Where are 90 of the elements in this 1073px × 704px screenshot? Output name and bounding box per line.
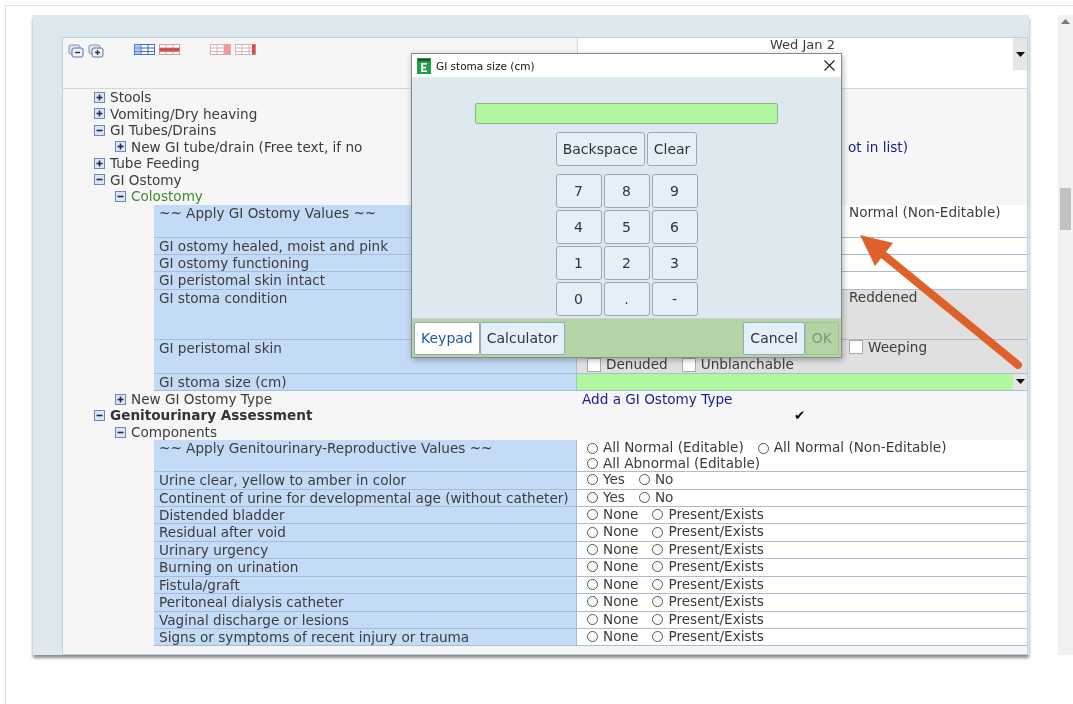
option-label: None [603,507,639,523]
key-button[interactable]: 0 [555,282,602,316]
option-label: Unblanchable [700,357,794,373]
field-label: ~~ Apply Genitourinary-Reproductive Values ~~ [154,440,576,473]
option-label: Present/Exists [668,594,764,610]
option-label: None [603,559,639,575]
collapse-toggle[interactable] [94,124,105,136]
key-button[interactable]: 8 [603,174,650,208]
tree-item[interactable]: New GI Ostomy Type [131,390,273,408]
add-link[interactable]: ot in list) [848,138,908,155]
grid-icon[interactable] [134,44,155,55]
caret-icon [1015,51,1025,57]
expand-toggle[interactable] [115,393,126,405]
option-label: All Normal (Editable) [603,440,744,456]
expand-toggle[interactable] [94,108,105,120]
key-button[interactable]: 9 [651,174,698,208]
option-label: Present/Exists [668,559,764,575]
value-text: Normal (Non-Editable) [849,204,1001,220]
tree-item[interactable]: Colostomy [131,188,203,205]
add-link[interactable]: Add a GI Ostomy Type [582,390,733,408]
key-button[interactable]: . [603,282,650,316]
check-mark: ✔ [794,407,806,424]
option-label: None [603,541,639,558]
option-label: Yes [603,489,625,506]
expand-all-icon[interactable] [88,44,104,58]
option-label: None [603,628,639,645]
tree-item[interactable]: Components [131,423,217,441]
option-label: No [654,489,674,506]
expand-toggle[interactable] [115,141,126,153]
field-label: Peritoneal dialysis catheter [154,594,576,612]
option-label: Present/Exists [668,611,764,627]
grid-icon[interactable] [235,44,256,55]
key-button[interactable]: Backspace [555,132,645,166]
option-label: Present/Exists [668,507,764,523]
dialog-title: GI stoma size (cm) [436,59,536,72]
option-label: Weeping [868,339,928,356]
close-icon[interactable] [824,60,835,71]
collapse-toggle[interactable] [94,410,105,422]
dropdown-button[interactable] [1013,38,1027,70]
tree-item[interactable]: Vomiting/Dry heaving [110,105,258,122]
key-button[interactable]: 7 [555,174,602,208]
mode-tab[interactable]: Keypad [414,321,480,355]
key-button[interactable]: 5 [603,210,650,244]
collapse-toggle[interactable] [115,426,126,438]
value-field[interactable] [475,103,778,124]
key-button[interactable]: 3 [651,246,698,280]
collapse-toggle[interactable] [94,174,105,186]
key-button[interactable]: 6 [651,210,698,244]
option-label: None [603,594,639,610]
tree-item[interactable]: Tube Feeding [110,155,200,172]
tree-item[interactable]: Stools [110,89,152,106]
option-label: No [654,472,674,488]
tree-item[interactable]: GI Tubes/Drains [110,122,217,139]
option-label: Present/Exists [668,524,764,540]
expand-toggle[interactable] [94,157,105,169]
field-label: Residual after void [154,524,576,542]
option-label: None [603,611,639,627]
action-button[interactable]: Cancel [743,321,805,355]
option-label: None [603,576,639,593]
value-text: Reddened [849,289,918,306]
option-label: All Abnormal (Editable) [603,455,761,472]
scroll-up-icon[interactable] [1061,19,1070,24]
mode-tab[interactable]: Calculator [479,321,565,355]
option-label: Denuded [606,357,668,373]
option-label: Present/Exists [668,541,764,558]
tree-item[interactable]: GI Ostomy [110,171,182,188]
field-label: Distended bladder [154,507,576,525]
scrollbar-thumb[interactable] [1060,188,1071,230]
option-label: Yes [603,472,625,488]
app-icon [417,57,431,74]
key-button[interactable]: - [651,282,698,316]
option-label: All Normal (Non-Editable) [773,440,947,456]
key-button[interactable]: Clear [646,132,698,166]
key-button[interactable]: 4 [555,210,602,244]
field-label: Burning on urination [154,559,576,577]
field-label: Urine clear, yellow to amber in color [154,472,576,490]
option-label: None [603,524,639,540]
key-button[interactable]: 1 [555,246,602,280]
checkbox[interactable] [849,340,863,355]
option-label: Present/Exists [668,576,764,593]
grid-icon[interactable] [159,44,180,55]
option-label: Present/Exists [668,628,764,645]
tree-item[interactable]: New GI tube/drain (Free text, if no [131,138,363,155]
collapse-toggle[interactable] [115,190,126,202]
caret-icon [1015,379,1025,385]
tree-item[interactable]: Genitourinary Assessment [110,407,313,424]
key-button[interactable]: 2 [603,246,650,280]
column-date: Wed Jan 2 [770,38,835,51]
expand-toggle[interactable] [94,91,105,103]
collapse-all-icon[interactable] [68,44,84,58]
